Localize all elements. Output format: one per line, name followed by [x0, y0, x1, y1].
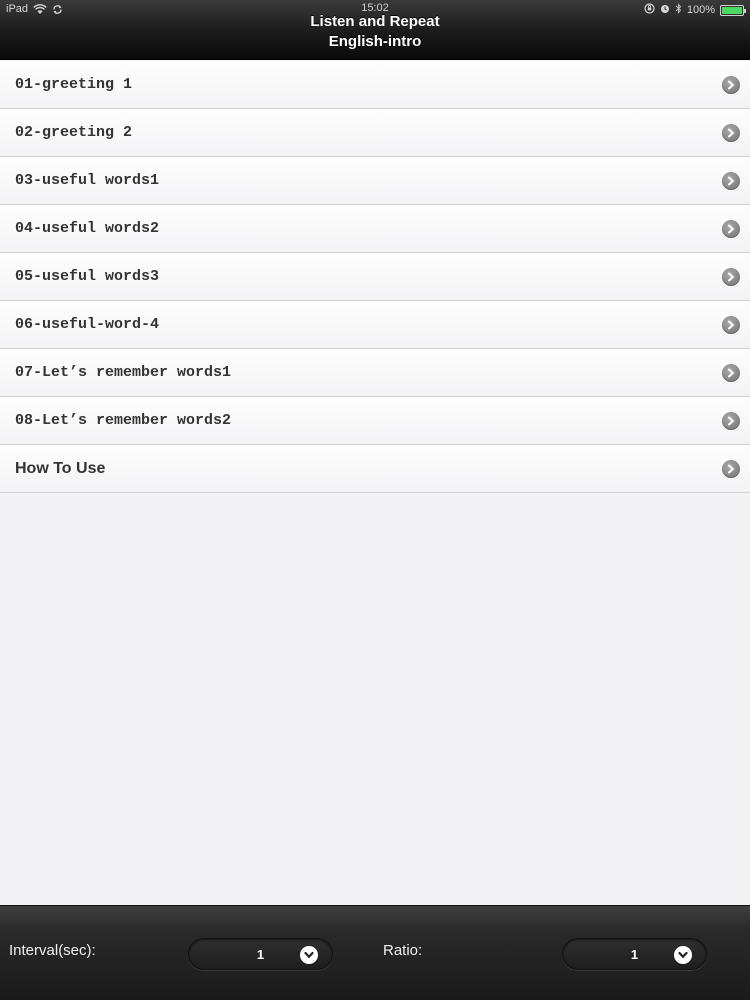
- list-item[interactable]: 04-useful words2: [0, 205, 750, 253]
- list-item[interactable]: 01-greeting 1: [0, 61, 750, 109]
- chevron-down-icon[interactable]: [300, 946, 318, 964]
- page-title: Listen and Repeat English-intro: [0, 12, 750, 52]
- list-item-label: 01-greeting 1: [15, 76, 133, 93]
- list-item[interactable]: 02-greeting 2: [0, 109, 750, 157]
- chevron-right-icon[interactable]: [722, 219, 740, 238]
- list-item-label: 07-Let’s remember words1: [15, 364, 232, 381]
- bottom-toolbar: Interval(sec): 1 Ratio: 1: [0, 905, 750, 1000]
- chevron-right-icon[interactable]: [722, 123, 740, 142]
- interval-label: Interval(sec):: [9, 942, 96, 959]
- list-item-how-to-use[interactable]: How To Use: [0, 445, 750, 493]
- ratio-picker[interactable]: 1: [562, 938, 707, 970]
- list-item-label: 08-Let’s remember words2: [15, 412, 232, 429]
- chevron-down-icon[interactable]: [674, 946, 692, 964]
- list-item-label: 05-useful words3: [15, 268, 160, 285]
- list-item[interactable]: 08-Let’s remember words2: [0, 397, 750, 445]
- chevron-right-icon[interactable]: [722, 75, 740, 94]
- list-item-label: 04-useful words2: [15, 220, 160, 237]
- list-item-label: How To Use: [15, 459, 106, 477]
- list-item-label: 03-useful words1: [15, 172, 160, 189]
- list-item-label: 02-greeting 2: [15, 124, 133, 141]
- ratio-label: Ratio:: [383, 942, 423, 959]
- chevron-right-icon[interactable]: [722, 363, 740, 382]
- chevron-right-icon[interactable]: [722, 459, 740, 478]
- chevron-right-icon[interactable]: [722, 315, 740, 334]
- chevron-right-icon[interactable]: [722, 171, 740, 190]
- ratio-value: 1: [630, 946, 639, 962]
- title-line-2: English-intro: [328, 33, 422, 50]
- list-item[interactable]: 07-Let’s remember words1: [0, 349, 750, 397]
- list-item[interactable]: 03-useful words1: [0, 157, 750, 205]
- list-item[interactable]: 05-useful words3: [0, 253, 750, 301]
- list-item-label: 06-useful-word-4: [15, 316, 160, 333]
- interval-value: 1: [256, 946, 265, 962]
- interval-picker[interactable]: 1: [188, 938, 333, 970]
- title-line-1: Listen and Repeat: [310, 13, 440, 30]
- chevron-right-icon[interactable]: [722, 411, 740, 430]
- chevron-right-icon[interactable]: [722, 267, 740, 286]
- lesson-list: 01-greeting 1 02-greeting 2 03-useful wo…: [0, 61, 750, 493]
- navigation-bar: iPad 15:02 100% Listen and Repeat Englis…: [0, 0, 750, 60]
- list-item[interactable]: 06-useful-word-4: [0, 301, 750, 349]
